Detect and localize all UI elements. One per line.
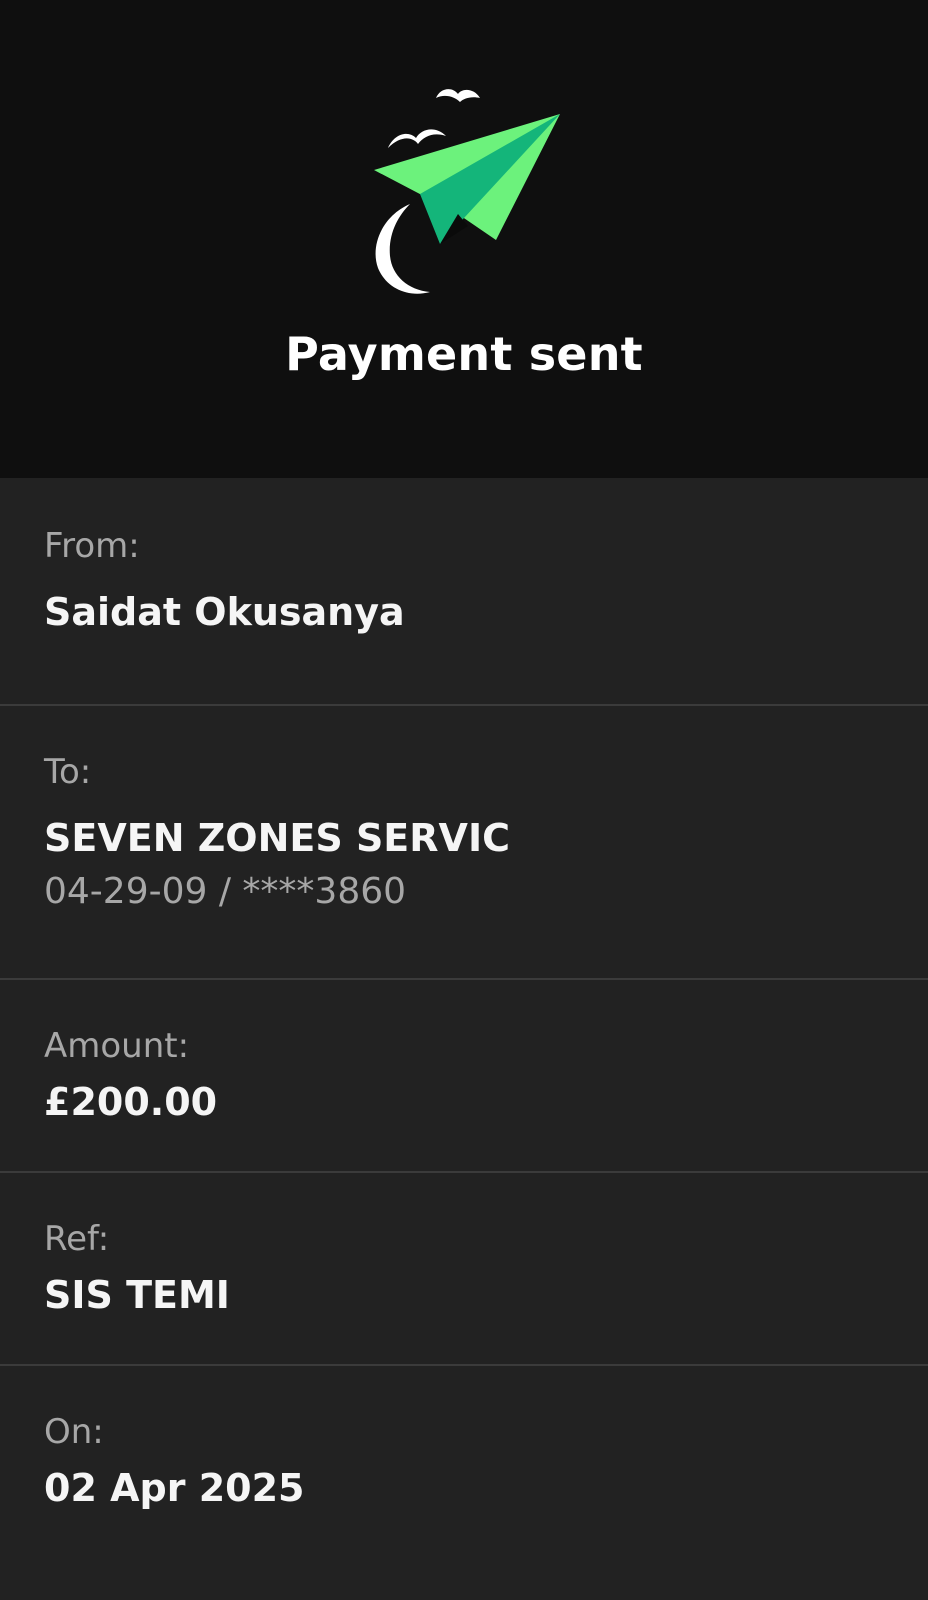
paper-plane-icon (374, 89, 560, 294)
amount-section: Amount: £200.00 (0, 980, 928, 1173)
to-account: 04-29-09 / ****3860 (44, 871, 407, 912)
from-label: From: (44, 526, 140, 566)
confirmation-header: Payment sent (0, 0, 928, 478)
date-section: On: 02 Apr 2025 (0, 1366, 928, 1600)
payment-details: From: Saidat Okusanya To: SEVEN ZONES SE… (0, 478, 928, 1600)
to-section: To: SEVEN ZONES SERVIC 04-29-09 / ****38… (0, 706, 928, 980)
ref-value: SIS TEMI (44, 1273, 230, 1317)
date-label: On: (44, 1412, 104, 1452)
amount-value: £200.00 (44, 1080, 218, 1124)
page-title: Payment sent (285, 327, 643, 381)
amount-label: Amount: (44, 1026, 190, 1066)
from-section: From: Saidat Okusanya (0, 478, 928, 706)
payment-confirmation-screen: Payment sent From: Saidat Okusanya To: S… (0, 0, 928, 1600)
to-value: SEVEN ZONES SERVIC (44, 816, 510, 860)
from-value: Saidat Okusanya (44, 590, 405, 634)
date-value: 02 Apr 2025 (44, 1466, 305, 1510)
to-label: To: (44, 752, 92, 792)
ref-label: Ref: (44, 1219, 110, 1259)
ref-section: Ref: SIS TEMI (0, 1173, 928, 1366)
